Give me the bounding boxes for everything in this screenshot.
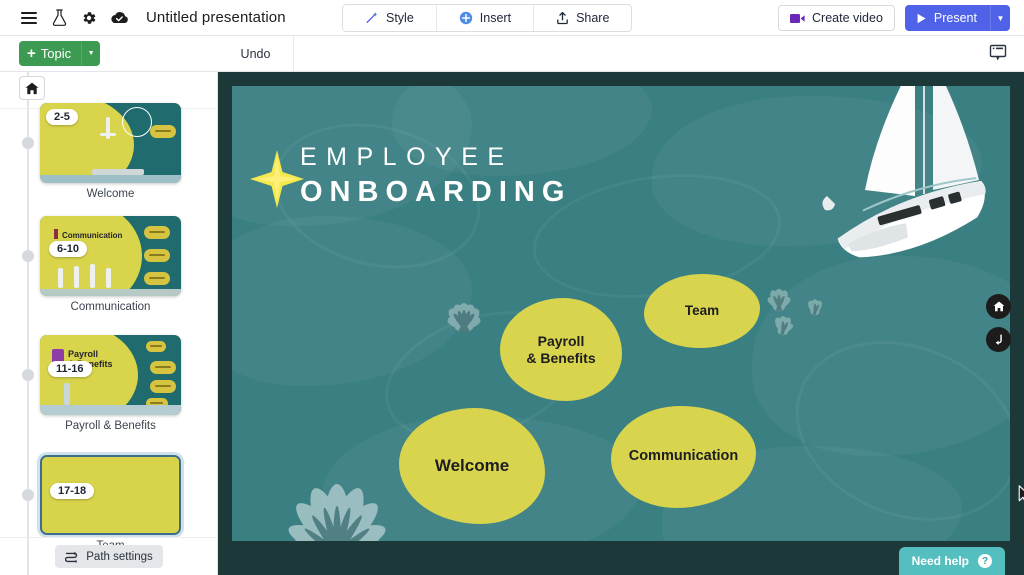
style-button[interactable]: Style (343, 5, 437, 31)
bubble-label: Welcome (434, 455, 510, 475)
slide-title-line1: EMPLOYEE (300, 143, 514, 171)
bubble-label: Team (684, 303, 720, 319)
present-button[interactable]: Present (905, 5, 991, 31)
slide-surface[interactable]: EMPLOYEE ONBOARDING Payroll & Benefits T… (232, 86, 1010, 541)
home-icon (993, 301, 1004, 312)
plus-circle-icon (459, 11, 472, 25)
left-pane-header: + Topic ▼ (0, 36, 218, 72)
question-mark-icon: ? (978, 554, 992, 568)
canvas-home-button[interactable] (986, 294, 1011, 319)
hamburger-menu-icon[interactable] (14, 3, 44, 33)
slide-title-line2: ONBOARDING (300, 175, 572, 208)
top-toolbar: Untitled presentation Style Insert Share… (0, 0, 1024, 36)
cloud-saved-icon (104, 3, 134, 33)
slide-badge: 17-18 (50, 483, 95, 499)
slide-dot[interactable] (22, 369, 34, 381)
insert-button[interactable]: Insert (436, 5, 535, 31)
add-topic-button[interactable]: + Topic (19, 41, 83, 66)
editor-action-bar: Undo (218, 36, 1024, 72)
slide-dot[interactable] (22, 250, 34, 262)
top-right-actions: Create video Present ▼ (778, 5, 1010, 31)
need-help-button[interactable]: Need help ? (898, 547, 1005, 575)
path-settings-button[interactable]: Path settings (55, 545, 163, 568)
path-settings-bar: Path settings (0, 537, 217, 575)
create-video-button[interactable]: Create video (778, 5, 895, 31)
sidebar-home-button[interactable] (19, 76, 45, 100)
toolbar-button-group: Style Insert Share (342, 4, 633, 32)
slide-badge: 6-10 (49, 241, 88, 257)
app-root: Untitled presentation Style Insert Share… (0, 0, 1024, 575)
slide-badge: 11-16 (48, 361, 92, 377)
home-icon (25, 82, 39, 94)
slide-canvas[interactable]: EMPLOYEE ONBOARDING Payroll & Benefits T… (218, 72, 1024, 575)
bubble-team[interactable]: Team (644, 274, 760, 348)
path-icon (65, 551, 78, 563)
magic-wand-icon (366, 12, 378, 24)
flask-icon[interactable] (44, 3, 74, 33)
mouse-cursor (1018, 485, 1024, 502)
thumb-title: Communication (62, 231, 123, 240)
slide-caption: Communication (70, 301, 151, 313)
add-topic-caret[interactable]: ▼ (82, 41, 100, 66)
four-point-star-icon (250, 150, 304, 208)
slide-title-block: EMPLOYEE ONBOARDING (300, 143, 572, 209)
create-video-label: Create video (812, 11, 883, 25)
present-button-group[interactable]: Present ▼ (904, 5, 1010, 31)
share-button-label: Share (576, 11, 610, 25)
video-camera-icon (790, 13, 805, 23)
slide-caption: Payroll & Benefits (65, 420, 156, 432)
add-topic-label: Topic (40, 46, 72, 61)
play-icon (917, 13, 926, 23)
bubble-label: Payroll & Benefits (526, 332, 596, 366)
document-title[interactable]: Untitled presentation (146, 9, 286, 26)
plus-icon: + (27, 45, 36, 62)
slide-caption: Welcome (86, 188, 135, 200)
canvas-back-button[interactable] (986, 327, 1011, 352)
path-settings-label: Path settings (86, 550, 153, 563)
presenter-notes-icon[interactable] (988, 44, 1008, 62)
add-topic-button-group[interactable]: + Topic ▼ (19, 41, 101, 66)
slide-dot[interactable] (22, 137, 34, 149)
present-dropdown-caret[interactable]: ▼ (991, 5, 1010, 31)
gear-icon[interactable] (74, 3, 104, 33)
need-help-label: Need help (911, 554, 969, 568)
style-button-label: Style (386, 11, 414, 25)
back-arrow-icon (995, 333, 1002, 345)
slide-thumbnail-list: 2-5 Welcome Communication 6-10 Communica… (0, 103, 217, 552)
share-button[interactable]: Share (534, 5, 632, 31)
present-button-label: Present (933, 11, 977, 25)
insert-button-label: Insert (479, 11, 512, 25)
slide-dot[interactable] (22, 489, 34, 501)
undo-button[interactable]: Undo (218, 36, 294, 71)
bubble-payroll-benefits[interactable]: Payroll & Benefits (500, 298, 622, 401)
slides-sidebar: 2-5 Welcome Communication 6-10 Communica… (0, 72, 218, 575)
slide-badge: 2-5 (46, 109, 78, 125)
share-upload-icon (557, 11, 568, 25)
bubble-label: Communication (628, 448, 739, 465)
